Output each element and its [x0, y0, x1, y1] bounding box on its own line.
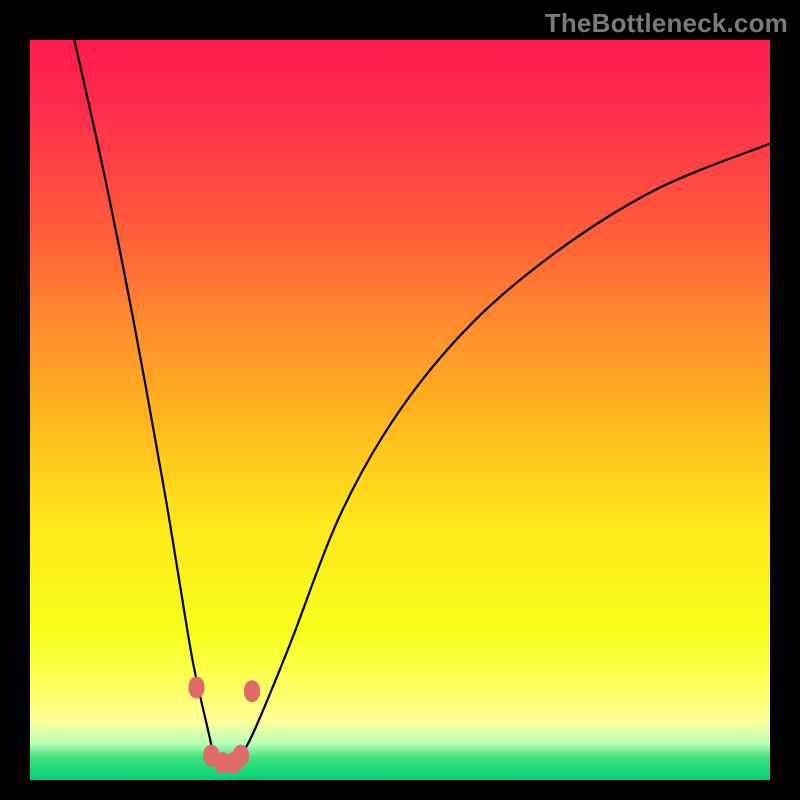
marker-group: [189, 677, 261, 774]
marker-dot: [189, 677, 205, 699]
marker-dot: [244, 680, 260, 702]
chart-svg: [30, 40, 770, 780]
bottleneck-curve-path: [74, 40, 770, 766]
watermark-text: TheBottleneck.com: [545, 8, 788, 39]
marker-dot: [233, 745, 249, 767]
chart-plot-area: [30, 40, 770, 780]
